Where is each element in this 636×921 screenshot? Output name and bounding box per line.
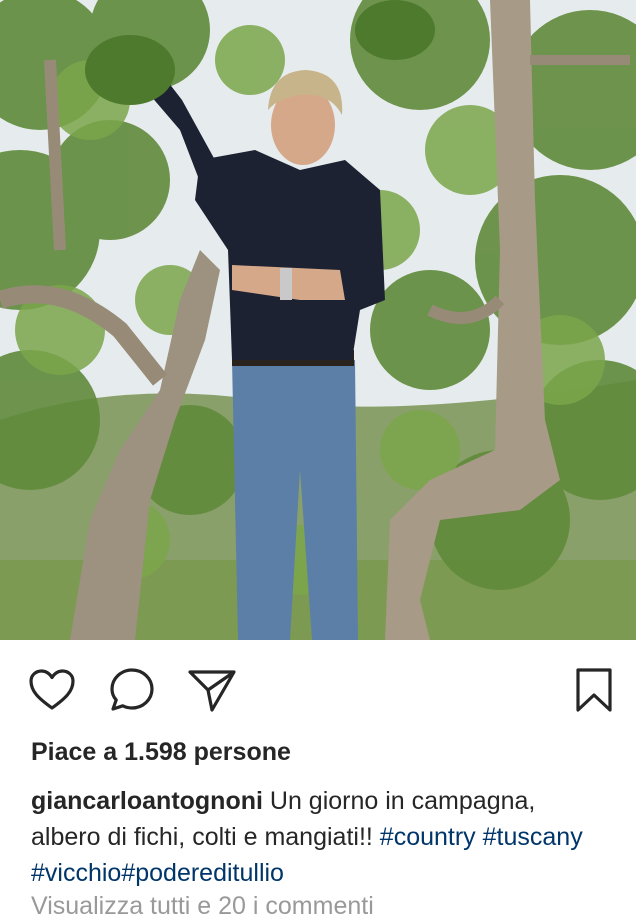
post-action-bar: [0, 660, 636, 720]
comment-button[interactable]: [106, 664, 158, 716]
heart-icon: [29, 669, 75, 710]
hashtag-tuscany[interactable]: #tuscany: [483, 823, 583, 851]
send-icon: [188, 670, 236, 712]
post-photo[interactable]: [0, 0, 636, 640]
like-button[interactable]: [26, 664, 78, 716]
hashtag-country[interactable]: #country: [380, 823, 476, 851]
hashtag-vicchio[interactable]: #vicchio: [31, 859, 121, 887]
likes-count[interactable]: Piace a 1.598 persone: [31, 738, 291, 767]
hashtag-podereditullio[interactable]: #podereditullio: [121, 859, 284, 887]
share-button[interactable]: [186, 664, 238, 716]
comment-icon: [110, 668, 154, 711]
bookmark-icon: [576, 668, 612, 712]
view-all-comments-link[interactable]: Visualizza tutti e 20 i commenti: [31, 892, 374, 921]
fig-tree-scene: [0, 0, 636, 640]
caption-username[interactable]: giancarloantognoni: [31, 787, 263, 815]
post-caption: giancarloantognoni Un giorno in campagna…: [31, 783, 611, 891]
save-button[interactable]: [568, 664, 620, 716]
